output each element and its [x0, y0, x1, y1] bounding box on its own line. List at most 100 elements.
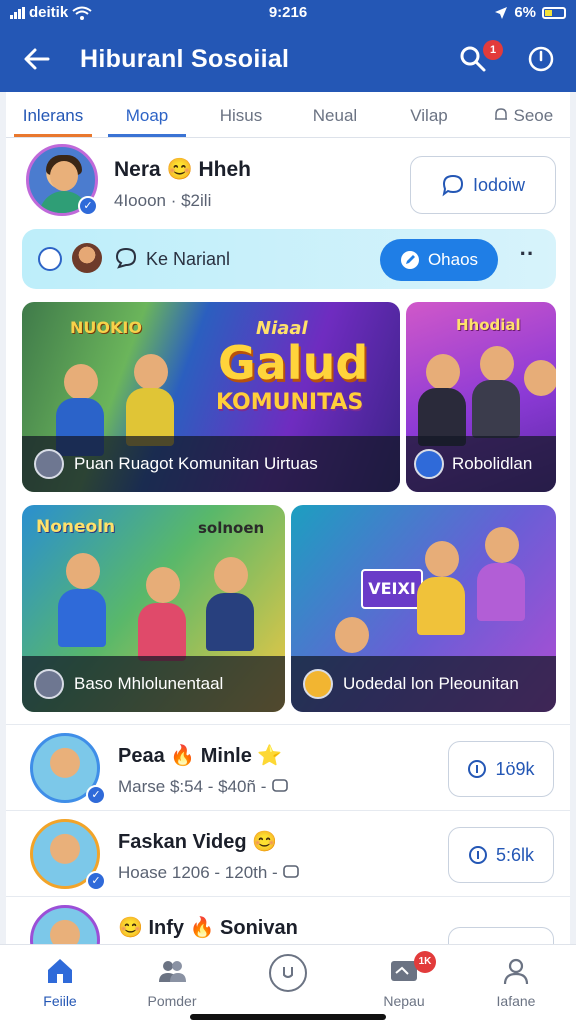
card-sign: VEIXI: [361, 569, 423, 609]
card-corner-text-2: solnoen: [198, 519, 265, 537]
card-caption: Uodedal lon Pleounitan: [343, 674, 519, 693]
illustration-person-body: [477, 563, 525, 621]
illustration-person-head: [146, 567, 180, 603]
card-caption-bar: Robolidlan: [406, 436, 556, 492]
card-avatar-icon: [34, 669, 64, 699]
illustration-person-head: [66, 553, 100, 589]
card-headline: Galud: [218, 336, 369, 390]
timer-icon: [269, 954, 307, 992]
card-corner-text: Noneoln: [36, 517, 116, 537]
community-card-side[interactable]: Hhodial Robolidlan: [406, 302, 556, 492]
back-button[interactable]: [22, 44, 56, 74]
card-headline-sub: KOMUNITAS: [216, 390, 364, 415]
illustration-person-head: [214, 557, 248, 593]
tab-inlerans[interactable]: Inlerans: [6, 92, 100, 137]
illustration-person-body: [58, 589, 106, 647]
clock: 9:216: [268, 4, 308, 21]
status-right: 6%: [494, 4, 566, 21]
list-item-action-button[interactable]: 5:6lk: [448, 827, 554, 883]
list-item-title: Peaa 🔥 Minle ⭐: [118, 745, 283, 767]
nav-home[interactable]: Feiile: [10, 955, 110, 1009]
tab-vilap[interactable]: Vilap: [382, 92, 476, 137]
message-icon[interactable]: [114, 246, 138, 270]
pencil-icon: [400, 251, 419, 269]
illustration-person-head: [480, 346, 514, 382]
page-title: Hiburanl Sosoiial: [80, 45, 290, 73]
notification-badge[interactable]: 1: [483, 40, 503, 60]
action-bar-label: Ke Narianl: [146, 249, 231, 269]
info-circle-icon: [468, 760, 487, 778]
card-avatar-icon: [414, 449, 444, 479]
arrow-left-icon: [24, 48, 50, 70]
list-item[interactable]: ✓ Faskan Videg 😊 Hoase 1206 - 120th - 5:…: [6, 810, 570, 896]
power-icon: [528, 46, 554, 72]
card-corner-text: NUOKIO: [70, 318, 142, 337]
nav-messages-label: Nepau: [383, 993, 425, 1009]
list-item[interactable]: ✓ Peaa 🔥 Minle ⭐ Marse $:54 - $40ñ - 1ö9…: [6, 724, 570, 810]
list-item-meta: Marse $:54 - $40ñ -: [118, 777, 289, 797]
people-icon: [159, 961, 186, 982]
list-item-title: Faskan Videg 😊: [118, 831, 278, 853]
app-bar: Hiburanl Sosoiial 1: [0, 26, 576, 92]
primary-action-label: Ohaos: [427, 250, 479, 269]
primary-action-button[interactable]: Ohaos: [380, 239, 498, 281]
illustration-person-body: [417, 577, 465, 635]
tab-moap[interactable]: Moap: [100, 92, 194, 137]
more-options-icon[interactable]: ··: [514, 243, 540, 269]
list-item-action-button[interactable]: 1ö9k: [448, 741, 554, 797]
verified-badge-icon: ✓: [86, 785, 106, 805]
nav-messages-badge: 1K: [414, 951, 436, 973]
nav-people[interactable]: Pomder: [122, 955, 222, 1009]
illustration-person-body: [138, 603, 186, 661]
list-avatar[interactable]: [30, 905, 100, 944]
community-card-featured[interactable]: NUOKIO Niaal Galud KOMUNITAS Puan Ruagot…: [22, 302, 400, 492]
tab-hisus[interactable]: Hisus: [194, 92, 288, 137]
card-avatar-icon: [34, 449, 64, 479]
feed: ✓ Nera 😊 Hheh 4Iooon · $2ili Iodoiw Ke N…: [6, 138, 570, 944]
nav-profile-label: Iafane: [496, 993, 536, 1009]
card-caption: Robolidlan: [452, 454, 533, 473]
list-item[interactable]: 😊 Infy 🔥 Sonivan: [6, 896, 570, 944]
illustration-person-head: [426, 354, 460, 390]
profile-name: Nera 😊 Hheh: [114, 158, 252, 181]
card-caption-bar: Puan Ruagot Komunitan Uirtuas: [22, 436, 400, 492]
illustration-person-body: [206, 593, 254, 651]
home-indicator[interactable]: [190, 1014, 386, 1020]
verified-badge-icon: ✓: [78, 196, 98, 216]
tab-neual[interactable]: Neual: [288, 92, 382, 137]
list-item-action-button[interactable]: [448, 927, 554, 944]
verified-badge-icon: ✓: [86, 871, 106, 891]
nav-messages[interactable]: 1K Nepau: [354, 951, 454, 1009]
list-item-title: 😊 Infy 🔥 Sonivan: [118, 917, 298, 939]
nav-center[interactable]: [238, 953, 338, 999]
follow-button[interactable]: Iodoiw: [410, 156, 556, 214]
list-item-meta-text: Marse $:54 - $40ñ -: [118, 777, 267, 796]
clock-icon[interactable]: [38, 247, 62, 271]
follow-button-label: Iodoiw: [472, 174, 526, 195]
list-item-meta-text: Hoase 1206 - 120th -: [118, 863, 278, 882]
illustration-person-head: [134, 354, 168, 390]
action-bar: Ke Narianl Ohaos ··: [22, 229, 556, 289]
list-item-action-label: 1ö9k: [495, 758, 535, 779]
tab-seoe[interactable]: Seoe: [476, 92, 570, 137]
profile-header: ✓ Nera 😊 Hheh 4Iooon · $2ili Iodoiw: [6, 142, 570, 222]
illustration-person-body: [472, 380, 520, 438]
chat-bubble-icon: [442, 174, 463, 197]
bell-icon: [494, 108, 507, 120]
location-arrow-icon: [495, 6, 508, 19]
nav-profile[interactable]: Iafane: [466, 955, 566, 1009]
power-button[interactable]: [526, 44, 556, 74]
bottom-navigation: Feiile Pomder 1K Nepau Iafane: [0, 944, 576, 1024]
mini-avatar[interactable]: [72, 243, 102, 273]
community-card-left[interactable]: Noneoln solnoen Baso Mhlolunentaal: [22, 505, 285, 712]
user-icon: [503, 958, 529, 985]
card-caption: Puan Ruagot Komunitan Uirtuas: [74, 454, 318, 473]
illustration-person-head: [64, 364, 98, 400]
community-card-right[interactable]: VEIXI Uodedal lon Pleounitan: [291, 505, 556, 712]
battery-percent: 6%: [514, 4, 536, 21]
tab-bar: Inlerans Moap Hisus Neual Vilap Seoe: [6, 92, 570, 138]
battery-icon: [542, 6, 566, 19]
card-caption-bar: Baso Mhlolunentaal: [22, 656, 285, 712]
nav-people-label: Pomder: [147, 993, 197, 1009]
list-item-action-label: 5:6lk: [495, 844, 535, 865]
